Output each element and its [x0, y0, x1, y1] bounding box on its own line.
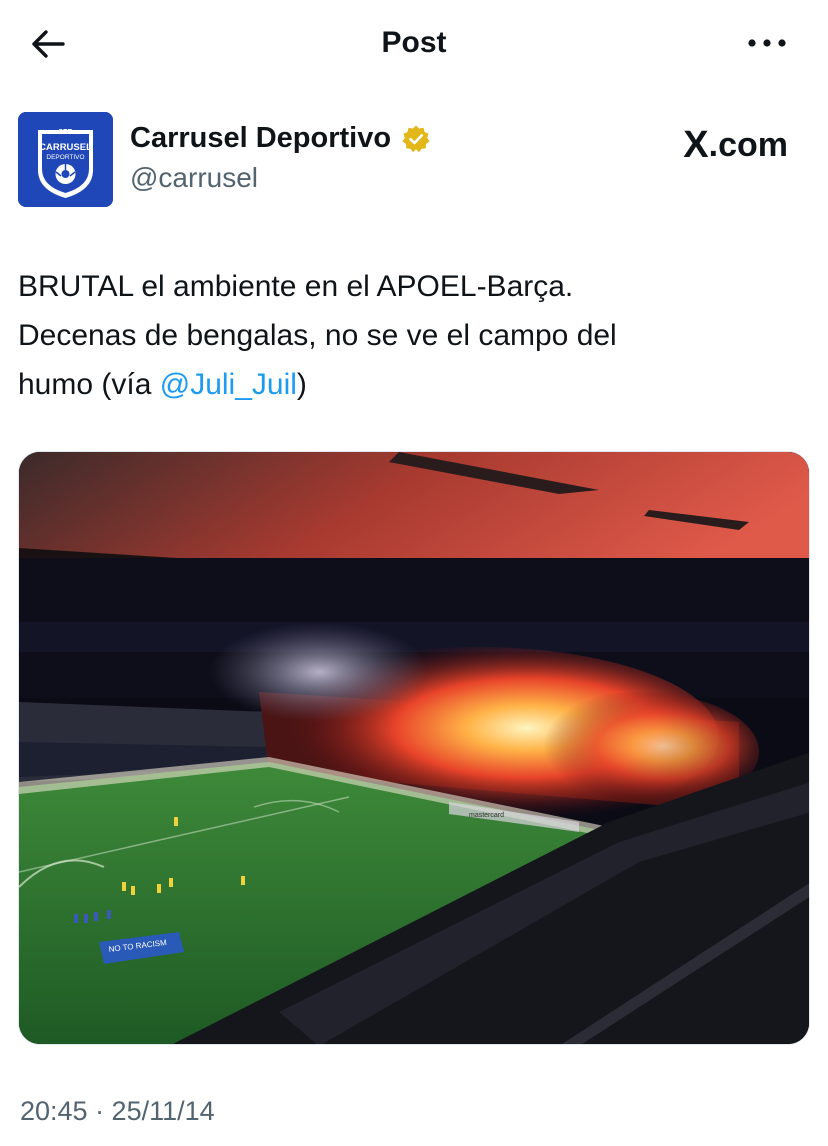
top-bar: Post: [0, 0, 828, 88]
post-text-line: Decenas de bengalas, no se ve el campo d…: [18, 319, 617, 352]
post-timestamp[interactable]: 20:45 · 25/11/14: [20, 1096, 215, 1127]
page-title: Post: [381, 26, 447, 59]
mention-link[interactable]: @Juli_Juil: [160, 368, 297, 401]
source-domain-text: .com: [708, 126, 788, 164]
svg-text:SER: SER: [58, 129, 72, 136]
svg-text:mastercard: mastercard: [469, 812, 504, 819]
more-horizontal-icon: [748, 39, 786, 47]
source-domain: X .com: [683, 124, 788, 167]
post-text: BRUTAL el ambiente en el APOEL-Barça. De…: [18, 262, 778, 409]
more-options-button[interactable]: [742, 26, 792, 60]
svg-text:DEPORTIVO: DEPORTIVO: [46, 154, 84, 161]
author-name-row[interactable]: Carrusel Deportivo: [130, 122, 431, 155]
gold-verified-icon: [402, 125, 430, 152]
stadium-photo: NO TO RACISM mastercard: [19, 452, 809, 1044]
svg-text:CARRUSEL: CARRUSEL: [39, 142, 92, 153]
post-header: SER CARRUSEL DEPORTIVO Carrusel Deportiv…: [18, 112, 810, 208]
author-handle[interactable]: @carrusel: [130, 162, 258, 194]
post-text-line: BRUTAL el ambiente en el APOEL-Barça.: [18, 270, 574, 303]
post-text-line: humo (vía @Juli_Juil): [18, 368, 307, 401]
x-logo-icon: X: [683, 124, 709, 166]
avatar[interactable]: SER CARRUSEL DEPORTIVO: [18, 112, 113, 207]
author-display-name[interactable]: Carrusel Deportivo: [130, 122, 391, 155]
post-photo[interactable]: NO TO RACISM mastercard: [18, 451, 810, 1045]
